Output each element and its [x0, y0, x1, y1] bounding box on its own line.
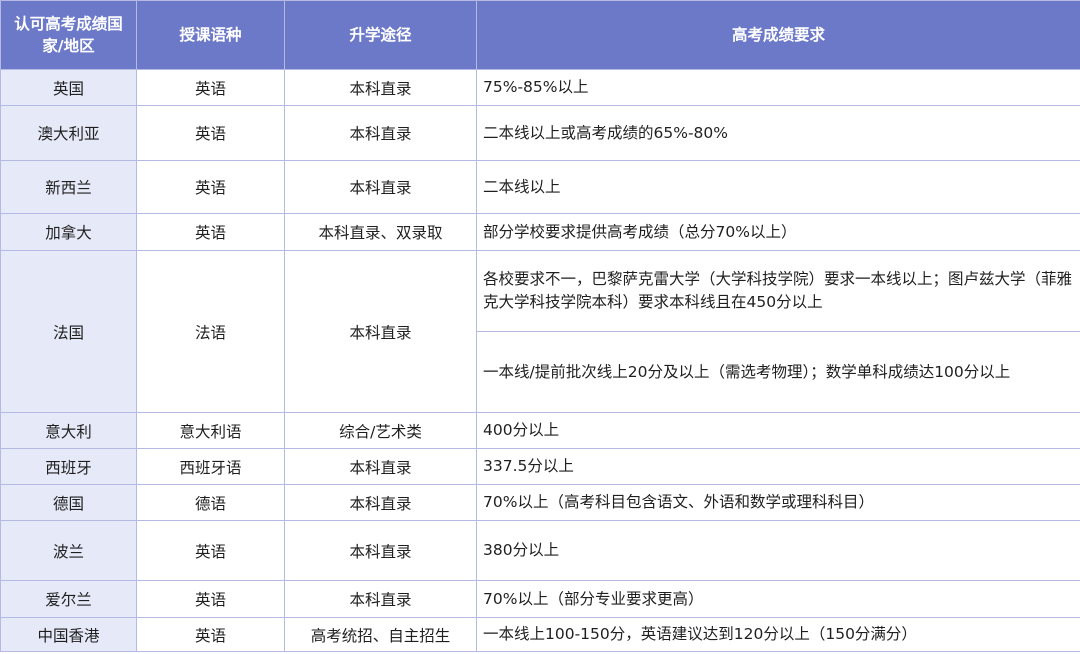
language-cell: 英语: [136, 617, 285, 652]
requirement-cell: 400分以上: [476, 412, 1080, 449]
table-row: 爱尔兰 英语 本科直录 70%以上（部分专业要求更高）: [0, 580, 1080, 618]
country-cell: 中国香港: [0, 617, 137, 652]
path-cell: 本科直录: [284, 105, 477, 161]
country-cell: 澳大利亚: [0, 105, 137, 161]
language-cell: 英语: [136, 580, 285, 618]
requirement-cell: 70%以上（部分专业要求更高）: [476, 580, 1080, 618]
table-row: 英国 英语 本科直录 75%-85%以上: [0, 69, 1080, 106]
requirement-cell: 75%-85%以上: [476, 69, 1080, 106]
requirement-cell: 337.5分以上: [476, 448, 1080, 485]
country-cell: 波兰: [0, 520, 137, 581]
table-row: 意大利 意大利语 综合/艺术类 400分以上: [0, 412, 1080, 449]
country-cell: 爱尔兰: [0, 580, 137, 618]
path-cell: 本科直录: [284, 160, 477, 214]
language-cell: 英语: [136, 69, 285, 106]
language-cell: 意大利语: [136, 412, 285, 449]
country-cell: 意大利: [0, 412, 137, 449]
table-header-row: 认可高考成绩国家/地区 授课语种 升学途径 高考成绩要求: [0, 0, 1080, 70]
language-cell: 英语: [136, 213, 285, 251]
language-cell: 英语: [136, 160, 285, 214]
admission-requirements-table: 认可高考成绩国家/地区 授课语种 升学途径 高考成绩要求 英国 英语 本科直录 …: [0, 0, 1080, 652]
country-cell: 德国: [0, 484, 137, 521]
language-cell: 德语: [136, 484, 285, 521]
path-cell: 本科直录: [284, 69, 477, 106]
language-cell: 西班牙语: [136, 448, 285, 485]
header-requirement: 高考成绩要求: [476, 0, 1080, 70]
path-cell: 本科直录、双录取: [284, 213, 477, 251]
header-language: 授课语种: [136, 0, 285, 70]
table-row: 波兰 英语 本科直录 380分以上: [0, 520, 1080, 581]
country-cell: 加拿大: [0, 213, 137, 251]
path-cell: 本科直录: [284, 250, 477, 413]
table-row: 德国 德语 本科直录 70%以上（高考科目包含语文、外语和数学或理科科目）: [0, 484, 1080, 521]
country-cell: 新西兰: [0, 160, 137, 214]
requirement-cell: 各校要求不一，巴黎萨克雷大学（大学科技学院）要求一本线以上；图卢兹大学（菲雅克大…: [476, 250, 1080, 332]
requirement-cell: 70%以上（高考科目包含语文、外语和数学或理科科目）: [476, 484, 1080, 521]
requirement-cell: 二本线以上或高考成绩的65%-80%: [476, 105, 1080, 161]
requirement-cell: 二本线以上: [476, 160, 1080, 214]
path-cell: 本科直录: [284, 484, 477, 521]
path-cell: 本科直录: [284, 580, 477, 618]
table-row: 中国香港 英语 高考统招、自主招生 一本线上100-150分，英语建议达到120…: [0, 617, 1080, 652]
path-cell: 本科直录: [284, 520, 477, 581]
path-cell: 综合/艺术类: [284, 412, 477, 449]
header-country: 认可高考成绩国家/地区: [0, 0, 137, 70]
path-cell: 本科直录: [284, 448, 477, 485]
language-cell: 法语: [136, 250, 285, 413]
table-row: 法国 法语 本科直录 各校要求不一，巴黎萨克雷大学（大学科技学院）要求一本线以上…: [0, 250, 1080, 413]
requirement-cell: 一本线/提前批次线上20分及以上（需选考物理）；数学单科成绩达100分以上: [476, 331, 1080, 413]
language-cell: 英语: [136, 520, 285, 581]
path-cell: 高考统招、自主招生: [284, 617, 477, 652]
requirement-cell: 一本线上100-150分，英语建议达到120分以上（150分满分）: [476, 617, 1080, 652]
country-cell: 英国: [0, 69, 137, 106]
table-row: 新西兰 英语 本科直录 二本线以上: [0, 160, 1080, 214]
table-row: 加拿大 英语 本科直录、双录取 部分学校要求提供高考成绩（总分70%以上）: [0, 213, 1080, 251]
country-cell: 西班牙: [0, 448, 137, 485]
requirement-cell: 部分学校要求提供高考成绩（总分70%以上）: [476, 213, 1080, 251]
table-row: 西班牙 西班牙语 本科直录 337.5分以上: [0, 448, 1080, 485]
requirement-cell: 380分以上: [476, 520, 1080, 581]
table-row: 澳大利亚 英语 本科直录 二本线以上或高考成绩的65%-80%: [0, 105, 1080, 161]
country-cell: 法国: [0, 250, 137, 413]
language-cell: 英语: [136, 105, 285, 161]
header-path: 升学途径: [284, 0, 477, 70]
